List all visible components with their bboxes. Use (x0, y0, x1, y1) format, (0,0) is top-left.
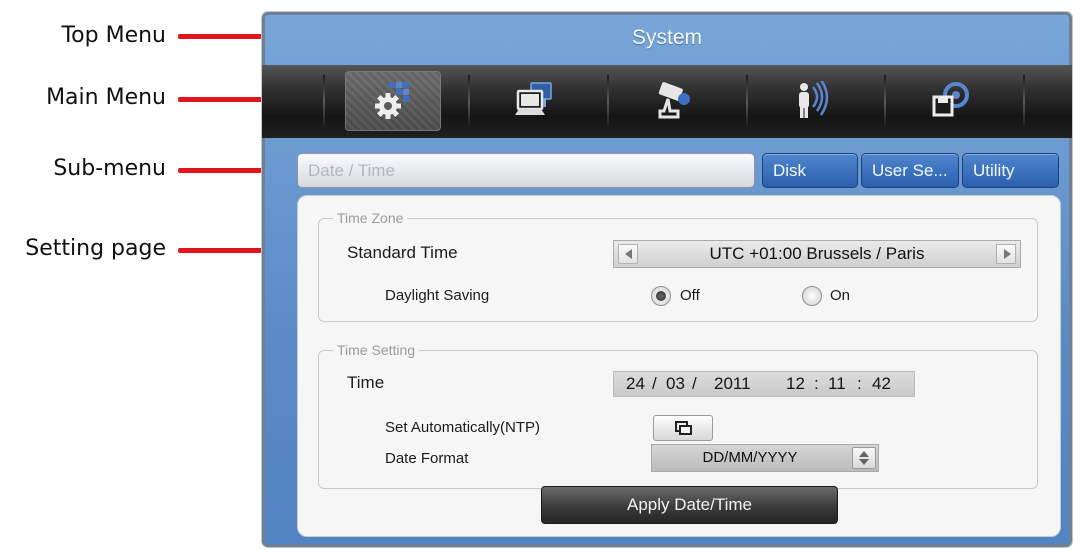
time-separator: : (857, 374, 862, 393)
month-field[interactable]: 03 (666, 372, 685, 396)
setting-page: Time Zone Standard Time UTC +01:00 Bruss… (297, 195, 1061, 537)
tab-utility[interactable]: Utility (962, 153, 1059, 188)
window-title: System (631, 26, 702, 49)
standard-time-label: Standard Time (347, 243, 458, 262)
menu-separator (468, 75, 470, 127)
hour-field[interactable]: 12 (786, 372, 805, 396)
time-zone-legend: Time Zone (333, 210, 408, 226)
date-separator: / (692, 374, 697, 393)
time-setting-legend: Time Setting (333, 342, 420, 358)
prev-arrow-icon[interactable] (618, 244, 638, 264)
time-zone-group: Time Zone Standard Time UTC +01:00 Bruss… (318, 210, 1038, 322)
system-gear-icon (375, 82, 409, 119)
tab-user-settings[interactable]: User Se... (861, 153, 959, 188)
time-setting-group: Time Setting Time 24 / 03 / 2011 12 : 11… (318, 342, 1038, 489)
minute-field[interactable]: 11 (828, 372, 846, 396)
time-label: Time (347, 373, 385, 392)
callout-top-menu: Top Menu (61, 23, 166, 48)
ntp-label: Set Automatically(NTP) (385, 419, 541, 436)
tab-disk[interactable]: Disk (762, 153, 858, 188)
radio-selected-dot (656, 291, 666, 301)
main-menu-system[interactable] (345, 71, 441, 131)
main-menu-storage[interactable] (902, 71, 998, 131)
date-format-select[interactable]: DD/MM/YYYY (651, 444, 879, 472)
main-menu-user[interactable] (765, 71, 861, 131)
callout-sub-menu: Sub-menu (53, 156, 166, 181)
day-field[interactable]: 24 (626, 372, 645, 396)
menu-separator (746, 75, 748, 127)
standard-time-value: UTC +01:00 Brussels / Paris (709, 244, 925, 263)
callout-setting-page: Setting page (25, 236, 166, 261)
spinner-arrows-icon[interactable] (852, 447, 876, 469)
main-menu-device[interactable] (626, 71, 722, 131)
camera-device-icon (658, 82, 690, 119)
menu-separator (323, 75, 325, 127)
time-input[interactable]: 24 / 03 / 2011 12 : 11 : 42 (613, 371, 915, 397)
user-signal-icon (799, 81, 829, 118)
daylight-off-radio[interactable] (651, 286, 671, 306)
main-menu-bar (262, 65, 1072, 138)
menu-separator (607, 75, 609, 127)
daylight-on-radio[interactable] (802, 286, 822, 306)
apply-date-time-button[interactable]: Apply Date/Time (541, 486, 838, 524)
time-separator: : (814, 374, 819, 393)
second-field[interactable]: 42 (872, 372, 891, 396)
computer-network-icon (515, 82, 552, 115)
menu-separator (884, 75, 886, 127)
date-separator: / (652, 374, 657, 393)
daylight-saving-label: Daylight Saving (385, 287, 490, 304)
callout-main-menu: Main Menu (46, 85, 166, 110)
ntp-button[interactable] (653, 415, 713, 441)
menu-separator (1023, 75, 1025, 127)
window-icon (675, 421, 692, 435)
daylight-off-label: Off (680, 287, 700, 304)
date-format-label: Date Format (385, 450, 469, 467)
daylight-on-label: On (830, 287, 851, 304)
tab-date-time[interactable]: Date / Time (297, 153, 755, 188)
main-menu-network[interactable] (487, 71, 583, 131)
next-arrow-icon[interactable] (996, 244, 1016, 264)
standard-time-select[interactable]: UTC +01:00 Brussels / Paris (613, 240, 1021, 268)
save-disk-icon (932, 82, 969, 117)
year-field[interactable]: 2011 (714, 372, 751, 396)
system-window: System Date / Time Disk User Se... Utili… (262, 12, 1072, 547)
date-format-value: DD/MM/YYYY (702, 449, 798, 466)
